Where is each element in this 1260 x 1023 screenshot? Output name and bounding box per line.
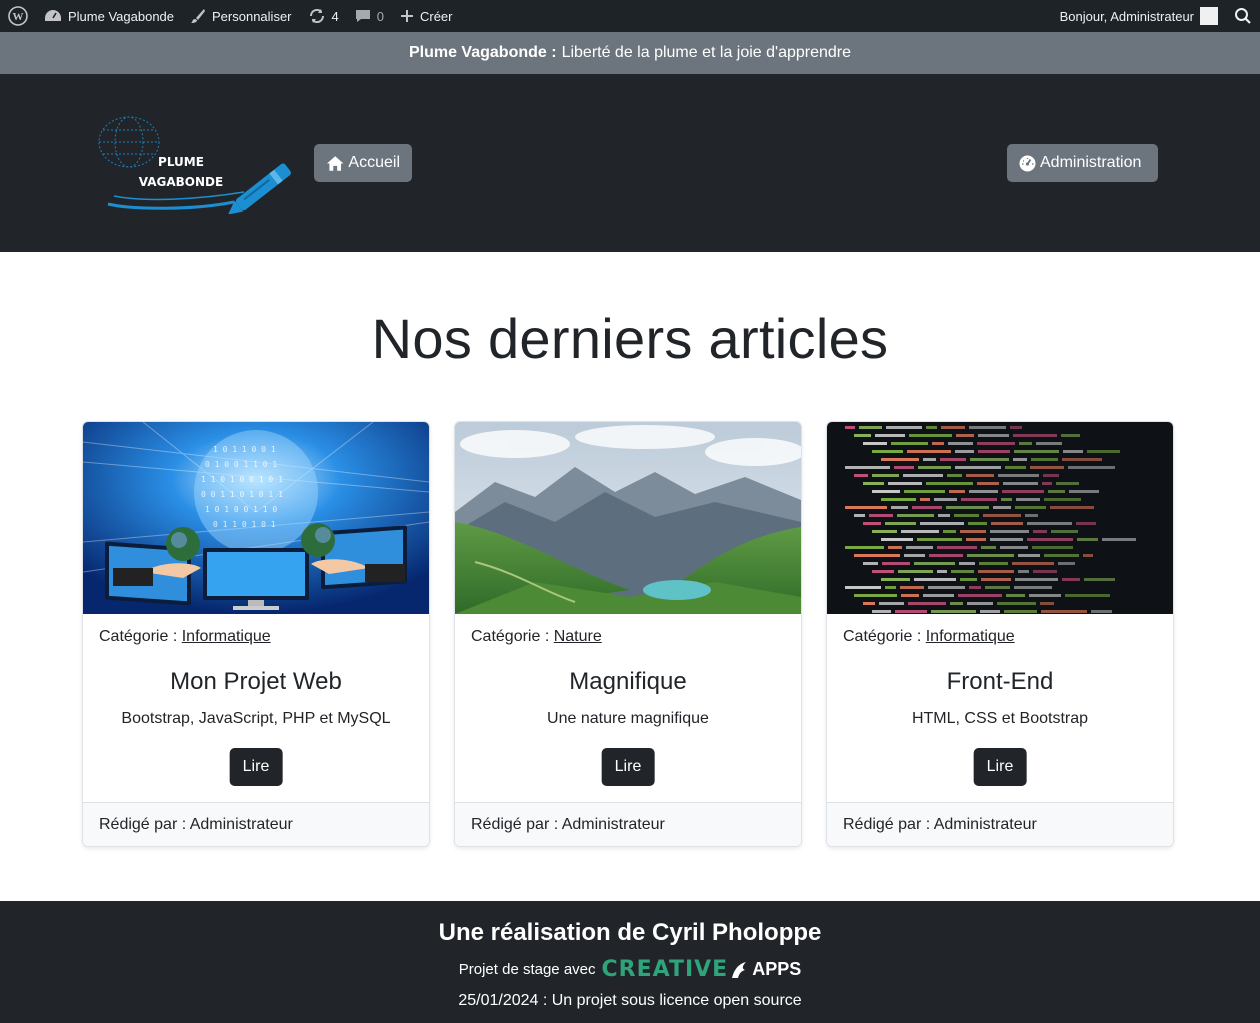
creative-apps-logo[interactable]: CREATIVE APPS [602,957,802,982]
house-icon [326,155,344,171]
article-image-source-code[interactable] [827,422,1173,614]
article-excerpt: Une nature magnifique [547,710,709,727]
article-author: Rédigé par : Administrateur [827,802,1173,846]
article-excerpt: HTML, CSS et Bootstrap [911,710,1089,727]
article-image-digital-globe[interactable]: 1 0 1 1 0 0 1 0 1 0 0 1 1 0 1 1 1 0 1 0 0… [83,422,429,614]
create-label: Créer [419,8,453,24]
brand-apps-text: APPS [752,959,802,979]
article-card: 1 0 1 1 0 0 1 0 1 0 0 1 1 0 1 1 1 0 1 0 0… [82,421,430,847]
category-link[interactable]: Informatique [182,628,271,645]
article-image-mountain-lake[interactable] [455,422,801,614]
comments-link[interactable]: 0 [347,0,392,32]
create-menu[interactable]: Créer [392,0,461,32]
article-author: Rédigé par : Administrateur [83,802,429,846]
article-card: Catégorie : Informatique Front-End HTML,… [826,421,1174,847]
home-button-label: Accueil [348,154,400,171]
tagline-text: Liberté de la plume et la joie d'apprend… [561,44,852,61]
category-link[interactable]: Nature [554,628,602,645]
logo-text-line2: VAGABONDE [138,175,224,189]
customize-label: Personnaliser [212,8,292,24]
category-link[interactable]: Informatique [926,628,1015,645]
comments-count: 0 [376,8,384,24]
admin-search-button[interactable] [1226,0,1260,32]
updates-count: 4 [331,8,339,24]
plus-icon [400,10,413,22]
logo-text-line1: PLUME [158,155,204,169]
site-name-menu[interactable]: Plume Vagabonde [36,0,182,32]
svg-text:0 1 1 0 1 0 1: 0 1 1 0 1 0 1 [213,520,276,529]
svg-text:1 0 1 0 0 1 1 0: 1 0 1 0 0 1 1 0 [205,505,277,514]
administration-button[interactable]: Administration [1007,144,1158,182]
account-menu[interactable]: Bonjour, Administrateur [1052,0,1226,32]
admin-bar: W Plume Vagabonde Personnaliser 4 0 Crée… [0,0,1260,32]
article-author: Rédigé par : Administrateur [455,802,801,846]
svg-text:1 0 1 1 0 0 1: 1 0 1 1 0 0 1 [213,445,276,454]
article-category: Catégorie : Informatique [99,628,271,646]
dashboard-icon [45,10,61,21]
wordpress-logo-icon[interactable]: W [0,0,36,32]
article-title: Magnifique [569,668,687,695]
article-category: Catégorie : Informatique [843,628,1015,646]
avatar [1200,7,1218,25]
article-title: Front-End [946,668,1054,695]
category-prefix: Catégorie : [471,628,550,645]
site-header: PLUME VAGABONDE Accueil Administration [0,74,1260,252]
comment-icon [355,10,370,22]
tagline-site-name: Plume Vagabonde : [408,44,557,61]
svg-text:1 1 0 1 0 0 1 0 1: 1 1 0 1 0 0 1 0 1 [201,475,283,484]
category-prefix: Catégorie : [99,628,178,645]
category-prefix: Catégorie : [843,628,922,645]
footer-title: Une réalisation de Cyril Pholoppe [438,919,822,946]
article-card: Catégorie : Nature Magnifique Une nature… [454,421,802,847]
footer-stage-prefix: Projet de stage avec [458,961,596,978]
home-button[interactable]: Accueil [314,144,412,182]
speedometer-icon [1019,155,1036,171]
tagline-bar: Plume Vagabonde : Liberté de la plume et… [0,32,1260,74]
eagle-icon [732,961,747,978]
greeting-label: Bonjour, Administrateur [1059,8,1194,24]
search-icon [1235,8,1251,24]
svg-text:0 0 1 1 0 1 0 1 1: 0 0 1 1 0 1 0 1 1 [201,490,283,499]
site-logo[interactable]: PLUME VAGABONDE [94,114,294,215]
svg-text:W: W [13,11,24,23]
footer-stage-line: Projet de stage avec CREATIVE APPS [0,957,1260,982]
svg-text:0 1 0 0 1 1 0 1: 0 1 0 0 1 1 0 1 [205,460,277,469]
read-button[interactable]: Lire [601,748,655,786]
site-name-label: Plume Vagabonde [68,8,175,24]
article-category: Catégorie : Nature [471,628,602,646]
read-button[interactable]: Lire [229,748,283,786]
site-footer: Une réalisation de Cyril Pholoppe Projet… [0,901,1260,1023]
footer-date-line: 25/01/2024 : Un projet sous licence open… [458,992,802,1009]
brush-icon [191,9,206,23]
article-excerpt: Bootstrap, JavaScript, PHP et MySQL [121,710,391,727]
article-title: Mon Projet Web [170,668,342,695]
brand-creative-text: CREATIVE [601,957,729,982]
updates-link[interactable]: 4 [300,0,347,32]
page-title: Nos derniers articles [371,307,889,370]
read-button[interactable]: Lire [973,748,1027,786]
administration-button-label: Administration [1040,154,1142,171]
customize-link[interactable]: Personnaliser [182,0,300,32]
updates-icon [309,8,324,24]
